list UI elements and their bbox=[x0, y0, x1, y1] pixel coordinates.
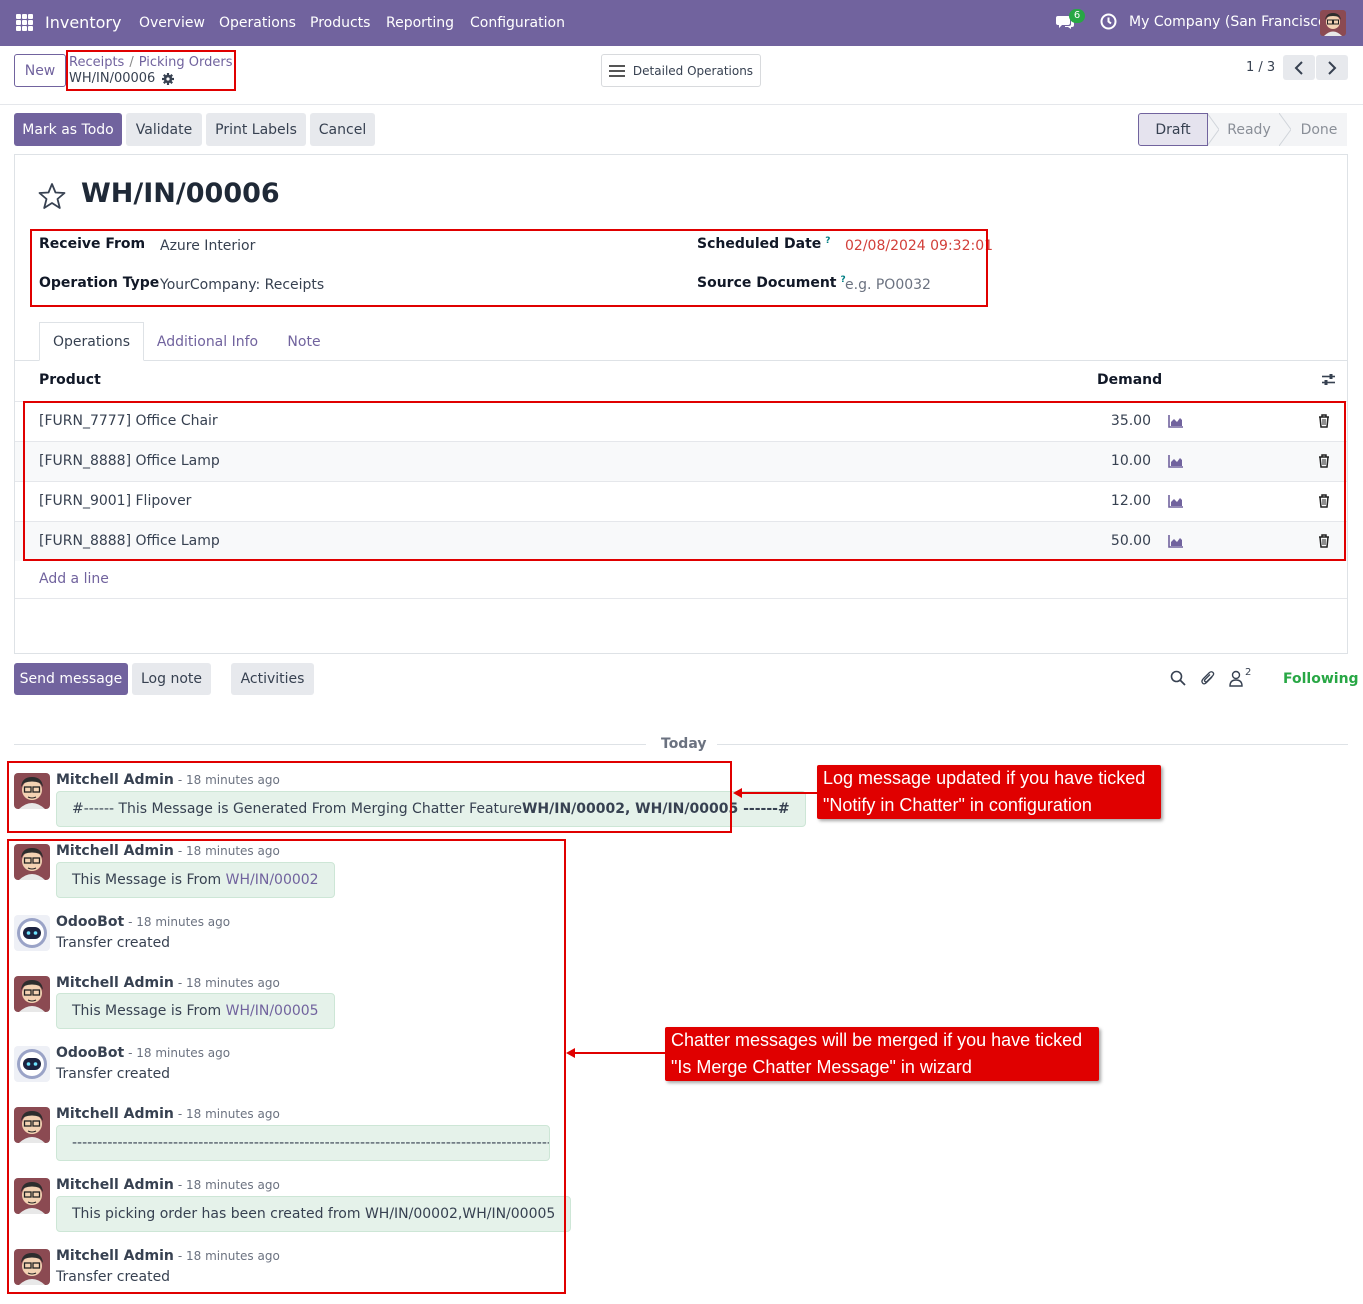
send-message-button[interactable]: Send message bbox=[14, 663, 128, 695]
print-labels-button[interactable]: Print Labels bbox=[206, 113, 306, 146]
menu-reporting[interactable]: Reporting bbox=[386, 15, 454, 31]
control-panel-divider bbox=[0, 104, 1363, 105]
annotation-arrow-line bbox=[740, 792, 817, 794]
annotation-box-merged-log bbox=[7, 761, 732, 833]
record-title: WH/IN/00006 bbox=[81, 178, 280, 209]
mark-as-todo-button[interactable]: Mark as Todo bbox=[14, 113, 122, 146]
annotation-callout-merge: Chatter messages will be merged if you h… bbox=[665, 1027, 1099, 1081]
new-button[interactable]: New bbox=[14, 54, 66, 87]
today-divider-left bbox=[14, 744, 646, 745]
column-header-demand[interactable]: Demand bbox=[1097, 372, 1162, 388]
status-separator-icon bbox=[1207, 113, 1219, 146]
chat-badge: 6 bbox=[1069, 9, 1085, 23]
clock-icon[interactable] bbox=[1100, 13, 1117, 30]
today-divider-right bbox=[717, 744, 1348, 745]
tab-operations[interactable]: Operations bbox=[39, 322, 144, 361]
user-avatar[interactable] bbox=[1320, 10, 1346, 36]
status-done[interactable]: Done bbox=[1291, 113, 1347, 146]
cancel-button[interactable]: Cancel bbox=[310, 113, 375, 146]
column-header-product[interactable]: Product bbox=[39, 372, 101, 388]
add-line-link[interactable]: Add a line bbox=[39, 571, 109, 587]
status-separator-icon bbox=[1279, 113, 1291, 146]
following-button[interactable]: Following bbox=[1283, 671, 1359, 687]
annotation-box-merged-messages bbox=[7, 839, 566, 1294]
status-ready[interactable]: Ready bbox=[1219, 113, 1279, 146]
annotation-callout-line: "Notify in Chatter" in configuration bbox=[823, 795, 1092, 815]
optional-columns-icon[interactable] bbox=[1321, 373, 1336, 386]
annotation-box-product-lines bbox=[23, 401, 1346, 561]
star-icon[interactable] bbox=[38, 182, 66, 210]
menu-products[interactable]: Products bbox=[310, 15, 370, 31]
pager-next-button[interactable] bbox=[1316, 55, 1348, 80]
top-navbar: Inventory Overview Operations Products R… bbox=[0, 0, 1363, 46]
detailed-operations-button[interactable]: Detailed Operations bbox=[601, 54, 761, 87]
date-separator-today: Today bbox=[661, 736, 707, 752]
chevron-left-icon bbox=[1294, 60, 1303, 75]
annotation-callout-notify: Log message updated if you have ticked "… bbox=[817, 765, 1161, 819]
list-icon bbox=[608, 64, 625, 77]
followers-icon[interactable] bbox=[1229, 670, 1245, 687]
annotation-arrow-line bbox=[574, 1052, 665, 1054]
annotation-box-breadcrumb bbox=[66, 50, 236, 91]
tab-additional-info[interactable]: Additional Info bbox=[150, 322, 265, 361]
status-bar: Draft Ready Done bbox=[1138, 113, 1347, 146]
annotation-arrow-head-icon bbox=[566, 1048, 575, 1058]
followers-count[interactable]: 2 bbox=[1245, 667, 1251, 678]
pager-value[interactable]: 1 / 3 bbox=[1246, 60, 1275, 75]
app-brand[interactable]: Inventory bbox=[45, 13, 121, 32]
annotation-box-header-fields bbox=[30, 229, 988, 307]
annotation-callout-line: "Is Merge Chatter Message" in wizard bbox=[671, 1057, 972, 1077]
status-draft[interactable]: Draft bbox=[1138, 113, 1208, 146]
log-note-button[interactable]: Log note bbox=[132, 663, 211, 695]
menu-overview[interactable]: Overview bbox=[139, 15, 205, 31]
paperclip-icon[interactable] bbox=[1200, 670, 1216, 687]
tab-note[interactable]: Note bbox=[278, 322, 330, 361]
company-switcher[interactable]: My Company (San Francisco) bbox=[1129, 14, 1332, 30]
annotation-callout-line: Chatter messages will be merged if you h… bbox=[671, 1030, 1083, 1050]
menu-operations[interactable]: Operations bbox=[219, 15, 296, 31]
chevron-right-icon bbox=[1328, 60, 1337, 75]
menu-configuration[interactable]: Configuration bbox=[470, 15, 565, 31]
apps-grid-icon[interactable] bbox=[16, 14, 33, 31]
pager-previous-button[interactable] bbox=[1283, 55, 1315, 80]
validate-button[interactable]: Validate bbox=[126, 113, 202, 146]
annotation-callout-line: Log message updated if you have ticked bbox=[823, 768, 1146, 788]
table-bottom-divider bbox=[15, 598, 1347, 599]
search-icon[interactable] bbox=[1170, 670, 1186, 687]
annotation-arrow-head-icon bbox=[733, 788, 742, 798]
activities-button[interactable]: Activities bbox=[231, 663, 314, 695]
detailed-operations-label: Detailed Operations bbox=[632, 63, 754, 78]
